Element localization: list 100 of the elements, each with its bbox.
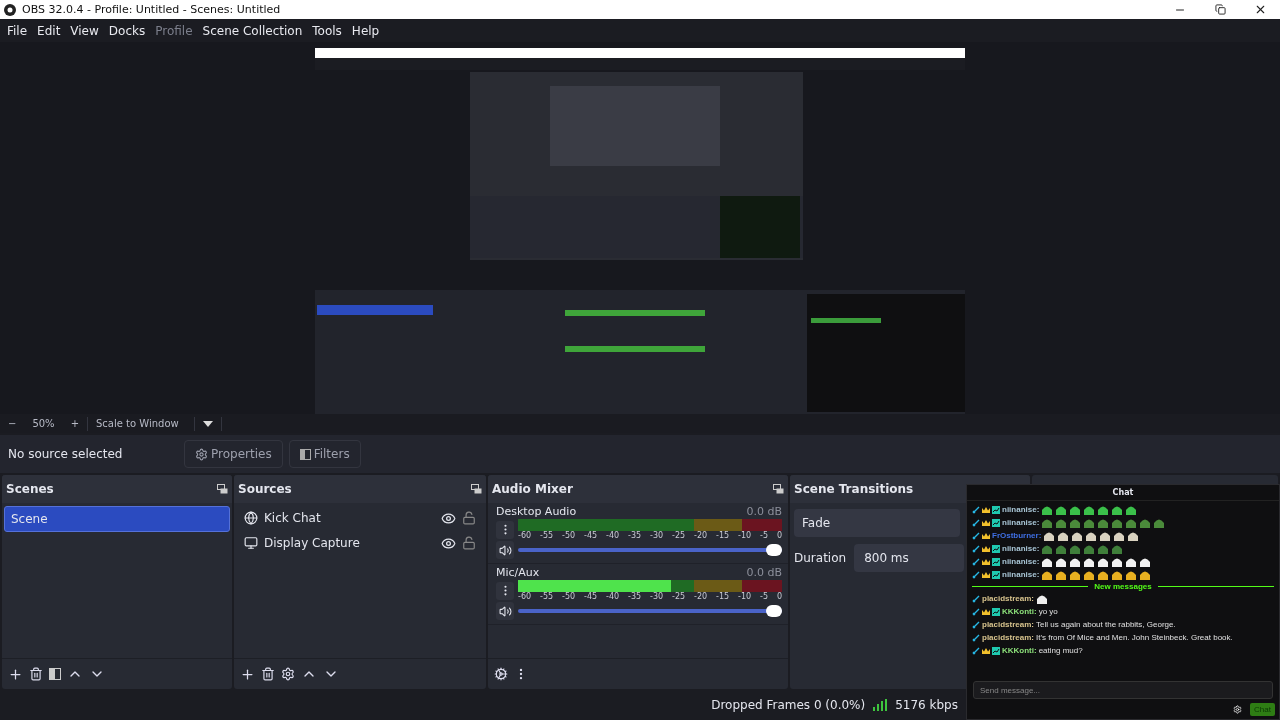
gear-icon — [195, 447, 208, 461]
meter-tick: 0 — [776, 531, 782, 540]
chat-username: niinanise: — [1002, 505, 1040, 514]
dock-title: Sources — [238, 482, 292, 496]
dock-title: Scenes — [6, 482, 54, 496]
signal-icon — [873, 698, 888, 711]
delete-icon[interactable] — [29, 667, 43, 681]
settings-icon[interactable] — [281, 667, 295, 681]
chat-title: Chat — [1112, 488, 1134, 497]
channel-menu-button[interactable] — [496, 581, 514, 600]
mute-button[interactable] — [496, 541, 514, 559]
meter-tick: -40 — [606, 592, 620, 601]
dropdown-icon[interactable] — [203, 420, 213, 427]
scale-mode-label: Scale to Window — [95, 418, 180, 429]
chat-message: It's from Of Mice and Men. John Steinbeck. Great book. — [1036, 633, 1233, 642]
meter-tick: -60 — [518, 592, 532, 601]
source-item[interactable]: Kick Chat — [236, 506, 484, 530]
window-title: OBS 32.0.4 - Profile: Untitled - Scenes: Untitled — [22, 3, 281, 16]
source-status: No source selected — [8, 447, 124, 461]
globe-icon — [244, 511, 258, 525]
add-icon[interactable] — [240, 666, 255, 682]
meter-tick: -55 — [540, 592, 554, 601]
filters-button[interactable]: Filters — [288, 440, 361, 468]
channel-name: Desktop Audio — [496, 505, 577, 518]
menu-item[interactable]: Edit — [32, 23, 66, 38]
float-icon[interactable] — [773, 484, 784, 494]
meter-tick: -40 — [606, 531, 620, 540]
filter-icon[interactable] — [49, 668, 61, 680]
meter-tick: -30 — [650, 531, 664, 540]
source-item[interactable]: Display Capture — [236, 531, 484, 555]
zoom-out-button[interactable]: − — [0, 418, 25, 429]
chat-username: niinanise: — [1002, 570, 1040, 579]
meter-tick: -5 — [760, 592, 768, 601]
chat-username: niinanise: — [1002, 544, 1040, 553]
meter-tick: -15 — [716, 592, 730, 601]
menu-item[interactable]: Help — [346, 23, 385, 38]
duration-label: Duration — [794, 551, 847, 565]
channel-name: Mic/Aux — [496, 566, 540, 579]
scene-item[interactable]: Scene — [4, 506, 230, 532]
dock-title: Scene Transitions — [794, 482, 914, 496]
meter-tick: -15 — [716, 531, 730, 540]
meter-tick: -50 — [562, 592, 576, 601]
meter-tick: -60 — [518, 531, 532, 540]
meter-tick: -20 — [694, 592, 708, 601]
meter-tick: -10 — [738, 531, 752, 540]
dock-title: Audio Mixer — [492, 482, 573, 496]
zoom-in-button[interactable]: + — [62, 418, 87, 429]
properties-button[interactable]: Properties — [184, 440, 283, 468]
add-icon[interactable] — [8, 666, 23, 682]
meter-tick: -55 — [540, 531, 554, 540]
chat-username: placidstream: — [982, 594, 1035, 603]
delete-icon[interactable] — [261, 667, 275, 681]
menu-item[interactable]: Docks — [103, 23, 151, 38]
zoom-level: 50% — [31, 418, 56, 429]
new-messages-divider: New messages — [1094, 582, 1152, 591]
menu-item[interactable]: Tools — [307, 23, 347, 38]
chat-message: Tell us again about the rabbits, George. — [1036, 620, 1176, 629]
meter-tick: -25 — [672, 531, 686, 540]
chat-username: KKKonti: — [1002, 607, 1037, 616]
bitrate: 5176 kbps — [895, 697, 958, 712]
eye-icon[interactable] — [441, 535, 456, 551]
volume-reading: 0.0 dB — [746, 566, 782, 579]
meter-tick: -10 — [738, 592, 752, 601]
meter-tick: -20 — [694, 531, 708, 540]
speaker-icon — [498, 604, 512, 618]
float-icon[interactable] — [471, 484, 482, 494]
chat-message: yo yo — [1038, 607, 1058, 616]
monitor-icon — [244, 536, 258, 550]
meter-tick: -5 — [760, 531, 768, 540]
chat-username: niinanise: — [1002, 557, 1040, 566]
mute-button[interactable] — [496, 602, 514, 620]
chat-username: placidstream: — [982, 620, 1035, 629]
speaker-icon — [498, 543, 512, 557]
advanced-settings-icon[interactable] — [494, 667, 508, 681]
meter-tick: -30 — [650, 592, 664, 601]
unlock-icon[interactable] — [462, 511, 476, 525]
message-field[interactable]: Send message... — [973, 681, 1273, 699]
menu-item[interactable]: File — [2, 23, 33, 38]
chat-username: niinanise: — [1002, 518, 1040, 527]
filter-icon — [299, 448, 311, 460]
dropped-frames: Dropped Frames 0 (0.0%) — [711, 697, 866, 712]
eye-icon[interactable] — [441, 510, 456, 526]
float-icon[interactable] — [217, 484, 228, 494]
chat-username: FrOstburner: — [992, 531, 1042, 540]
transition-select[interactable]: Fade — [794, 509, 960, 537]
chat-username: KKKonti: — [1002, 646, 1037, 655]
channel-menu-button[interactable] — [496, 520, 514, 539]
meter-tick: -50 — [562, 531, 576, 540]
meter-tick: -35 — [628, 592, 642, 601]
app-logo-icon — [4, 3, 16, 16]
unlock-icon[interactable] — [462, 536, 476, 550]
restore-icon[interactable] — [1214, 4, 1226, 15]
volume-reading: 0.0 dB — [746, 505, 782, 518]
menu-item[interactable]: Scene Collection — [197, 23, 308, 38]
meter-tick: -25 — [672, 592, 686, 601]
duration-field[interactable]: 800 ms — [854, 544, 965, 572]
meter-tick: -45 — [584, 592, 598, 601]
meter-tick: -35 — [628, 531, 642, 540]
menu-item[interactable]: View — [65, 23, 104, 38]
chat-username: placidstream: — [982, 633, 1035, 642]
